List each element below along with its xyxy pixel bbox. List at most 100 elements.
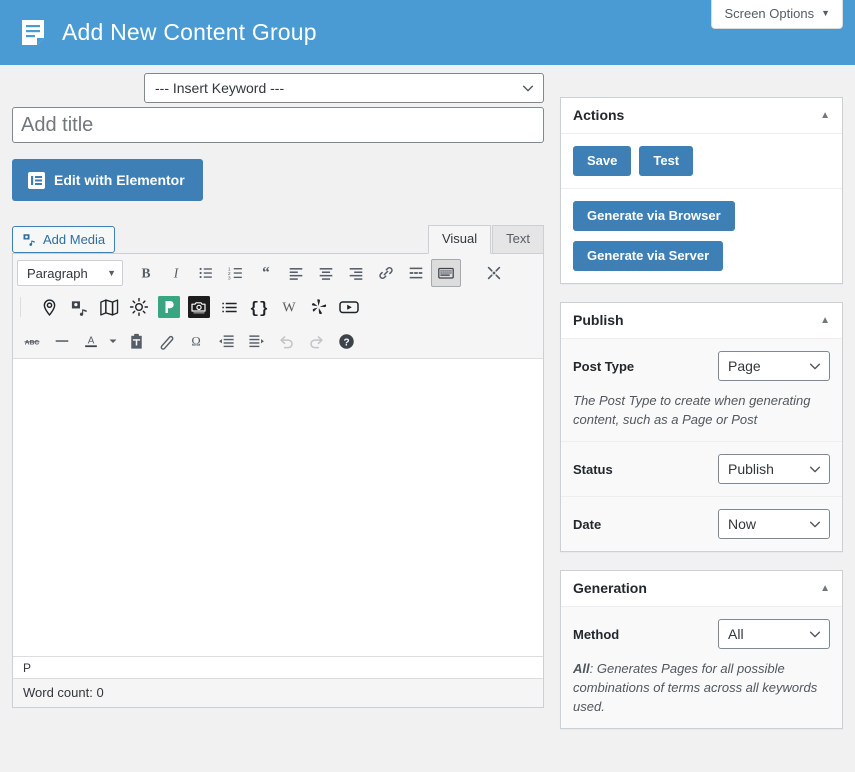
clear-formatting-icon[interactable] bbox=[151, 327, 181, 355]
bulleted-list-icon[interactable] bbox=[191, 259, 221, 287]
numbered-list-icon[interactable]: 1 2 3 bbox=[221, 259, 251, 287]
status-value: Publish bbox=[728, 461, 774, 477]
indent-icon[interactable] bbox=[241, 327, 271, 355]
screen-options-label: Screen Options bbox=[724, 6, 814, 21]
panel-publish-header[interactable]: Publish ▲ bbox=[561, 303, 842, 339]
panel-actions-title: Actions bbox=[573, 107, 624, 123]
svg-text:A: A bbox=[88, 336, 95, 347]
chevron-down-icon bbox=[808, 627, 822, 641]
strikethrough-icon[interactable]: ABC bbox=[17, 327, 47, 355]
chevron-down-icon bbox=[808, 462, 822, 476]
generate-via-browser-button[interactable]: Generate via Browser bbox=[573, 201, 735, 231]
blockquote-icon[interactable]: “ bbox=[251, 259, 281, 287]
align-center-icon[interactable] bbox=[311, 259, 341, 287]
svg-text:I: I bbox=[173, 266, 180, 281]
pexels-p-icon[interactable] bbox=[154, 293, 184, 321]
redo-icon[interactable] bbox=[301, 327, 331, 355]
edit-with-elementor-button[interactable]: Edit with Elementor bbox=[12, 159, 203, 201]
content-editor: Paragraph ▼ B I bbox=[12, 253, 544, 708]
page-title: Add New Content Group bbox=[62, 19, 317, 46]
main-column: --- Insert Keyword --- Edit with Element… bbox=[12, 65, 544, 708]
svg-text:W: W bbox=[282, 301, 296, 316]
link-icon[interactable] bbox=[371, 259, 401, 287]
date-label: Date bbox=[573, 517, 601, 532]
italic-icon[interactable]: I bbox=[161, 259, 191, 287]
align-left-icon[interactable] bbox=[281, 259, 311, 287]
actions-primary-section: Save Test bbox=[561, 134, 842, 189]
chevron-up-icon[interactable]: ▲ bbox=[820, 583, 830, 594]
chevron-down-icon bbox=[808, 359, 822, 373]
read-more-icon[interactable] bbox=[401, 259, 431, 287]
svg-text:Ω: Ω bbox=[191, 335, 200, 349]
paste-as-text-icon[interactable] bbox=[121, 327, 151, 355]
editor-content-area[interactable] bbox=[13, 358, 543, 656]
test-button[interactable]: Test bbox=[639, 146, 693, 176]
text-color-caret-icon[interactable] bbox=[105, 327, 121, 355]
method-help-strong: All bbox=[573, 661, 590, 676]
panel-generation-header[interactable]: Generation ▲ bbox=[561, 571, 842, 607]
undo-icon[interactable] bbox=[271, 327, 301, 355]
toolbar-divider bbox=[20, 297, 21, 317]
date-row: Date Now bbox=[573, 509, 830, 539]
tab-text[interactable]: Text bbox=[492, 225, 544, 254]
weather-sun-icon[interactable] bbox=[124, 293, 154, 321]
method-select[interactable]: All bbox=[718, 619, 830, 649]
status-section: Status Publish bbox=[561, 442, 842, 497]
curly-braces-icon[interactable]: {} bbox=[244, 293, 274, 321]
map-pin-icon[interactable] bbox=[34, 293, 64, 321]
panel-publish: Publish ▲ Post Type Page The Post Type t… bbox=[560, 302, 843, 552]
special-character-icon[interactable]: Ω bbox=[181, 327, 211, 355]
word-count-bar: Word count: 0 bbox=[13, 678, 543, 707]
document-icon bbox=[16, 16, 50, 50]
text-color-icon[interactable]: A bbox=[77, 327, 105, 355]
status-select[interactable]: Publish bbox=[718, 454, 830, 484]
fullscreen-icon[interactable] bbox=[479, 259, 509, 287]
outdent-icon[interactable] bbox=[211, 327, 241, 355]
tab-visual[interactable]: Visual bbox=[428, 225, 491, 254]
photo-camera-icon[interactable] bbox=[184, 293, 214, 321]
title-input[interactable] bbox=[12, 107, 544, 143]
chevron-up-icon[interactable]: ▲ bbox=[820, 315, 830, 326]
chevron-down-icon bbox=[808, 517, 822, 531]
method-value: All bbox=[728, 626, 744, 642]
panel-publish-title: Publish bbox=[573, 312, 624, 328]
method-help: All: Generates Pages for all possible co… bbox=[573, 659, 830, 716]
post-type-section: Post Type Page The Post Type to create w… bbox=[561, 339, 842, 442]
editor-toolbar-row-2: {} W bbox=[13, 290, 543, 324]
media-icon bbox=[22, 232, 37, 247]
post-type-select[interactable]: Page bbox=[718, 351, 830, 381]
generate-via-server-button[interactable]: Generate via Server bbox=[573, 241, 723, 271]
elementor-icon bbox=[28, 172, 45, 189]
post-type-label: Post Type bbox=[573, 359, 634, 374]
method-help-rest: : Generates Pages for all possible combi… bbox=[573, 661, 817, 714]
save-button[interactable]: Save bbox=[573, 146, 631, 176]
bold-icon[interactable]: B bbox=[131, 259, 161, 287]
word-count-label: Word count: 0 bbox=[23, 685, 104, 700]
tab-visual-label: Visual bbox=[442, 231, 477, 246]
youtube-icon[interactable] bbox=[334, 293, 364, 321]
list-menu-icon[interactable] bbox=[214, 293, 244, 321]
status-label: Status bbox=[573, 462, 613, 477]
horizontal-rule-icon[interactable] bbox=[47, 327, 77, 355]
wikipedia-w-icon[interactable]: W bbox=[274, 293, 304, 321]
add-media-button[interactable]: Add Media bbox=[12, 226, 115, 253]
actions-button-row: Save Test bbox=[573, 146, 830, 176]
map-icon[interactable] bbox=[94, 293, 124, 321]
post-type-help: The Post Type to create when generating … bbox=[573, 391, 830, 429]
chevron-up-icon[interactable]: ▲ bbox=[820, 110, 830, 121]
editor-toolbar-row-3: ABC A bbox=[13, 324, 543, 358]
paragraph-format-select[interactable]: Paragraph ▼ bbox=[17, 260, 123, 286]
pinwheel-icon[interactable] bbox=[304, 293, 334, 321]
help-icon[interactable]: ? bbox=[331, 327, 361, 355]
tab-text-label: Text bbox=[506, 231, 530, 246]
align-right-icon[interactable] bbox=[341, 259, 371, 287]
svg-text:?: ? bbox=[343, 337, 349, 348]
date-select[interactable]: Now bbox=[718, 509, 830, 539]
toolbar-toggle-icon[interactable] bbox=[431, 259, 461, 287]
media-icon[interactable] bbox=[64, 293, 94, 321]
method-section: Method All All: Generates Pages for all … bbox=[561, 607, 842, 728]
screen-options-button[interactable]: Screen Options ▼ bbox=[711, 0, 843, 29]
post-type-value: Page bbox=[728, 358, 761, 374]
insert-keyword-select[interactable]: --- Insert Keyword --- bbox=[144, 73, 544, 103]
panel-actions-header[interactable]: Actions ▲ bbox=[561, 98, 842, 134]
